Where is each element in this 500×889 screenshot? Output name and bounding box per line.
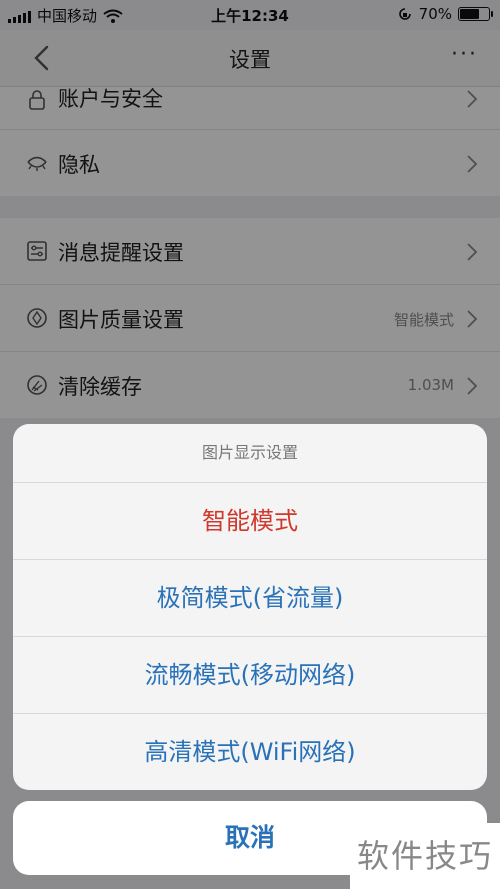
- option-minimal-mode[interactable]: 极简模式(省流量): [13, 560, 487, 637]
- option-smart-mode[interactable]: 智能模式: [13, 483, 487, 560]
- action-sheet-title: 图片显示设置: [13, 424, 487, 483]
- action-sheet: 图片显示设置 智能模式 极简模式(省流量) 流畅模式(移动网络) 高清模式(Wi…: [13, 424, 487, 790]
- option-smooth-mode[interactable]: 流畅模式(移动网络): [13, 637, 487, 714]
- watermark-text: 软件技巧: [350, 823, 500, 889]
- option-hd-mode[interactable]: 高清模式(WiFi网络): [13, 714, 487, 790]
